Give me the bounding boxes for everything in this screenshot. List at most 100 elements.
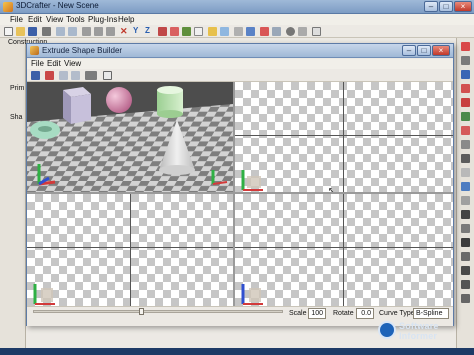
menu-tools[interactable]: Tools	[66, 15, 85, 24]
taskbar-strip	[0, 348, 474, 355]
render-icon[interactable]	[246, 27, 255, 36]
main-menu-bar: File Edit View Tools Plug-Ins Help	[0, 14, 474, 25]
group-icon[interactable]	[272, 27, 281, 36]
viewport-front[interactable]	[27, 194, 233, 306]
delete-icon[interactable]: ✕	[120, 27, 129, 36]
dialog-toolbar	[27, 69, 453, 82]
rotate-icon[interactable]	[170, 27, 179, 36]
dialog-grid-icon[interactable]	[103, 71, 112, 80]
timeline-slider[interactable]	[33, 310, 283, 313]
new-file-icon[interactable]	[4, 27, 13, 36]
dialog-maximize-button[interactable]: □	[417, 45, 431, 56]
scale-label: Scale	[289, 310, 307, 317]
cylinder-object	[157, 86, 183, 118]
dialog-menu-edit[interactable]: Edit	[47, 59, 61, 68]
viewport-top[interactable]: ↖	[235, 82, 453, 192]
software-informer-watermark: Software Informer	[378, 318, 470, 346]
tool-link-icon[interactable]	[461, 70, 470, 79]
viewport-3d-preview[interactable]	[27, 82, 233, 192]
menu-file[interactable]: File	[10, 15, 23, 24]
vp-front-grid-v	[130, 194, 131, 306]
maximize-button[interactable]: □	[439, 1, 453, 12]
tool-paint-icon[interactable]	[461, 42, 470, 51]
vp-side-grid-h	[235, 247, 453, 248]
dialog-menu-view[interactable]: View	[64, 59, 81, 68]
dialog-undo-icon[interactable]	[59, 71, 68, 80]
primitives-tab[interactable]: Prim	[10, 85, 24, 92]
vp-front-axis-gizmo	[33, 284, 55, 305]
tool-brush-icon[interactable]	[461, 84, 470, 93]
sphere-object	[106, 87, 132, 113]
dialog-title-bar[interactable]: Extrude Shape Builder – □ ×	[27, 44, 453, 58]
vp-top-grid-h	[235, 135, 453, 136]
watermark-line1: Software	[399, 321, 439, 331]
light-icon[interactable]	[208, 27, 217, 36]
minimize-button[interactable]: –	[424, 1, 438, 12]
construction-panel: Construction Prim Sha	[0, 38, 47, 348]
dialog-close-button[interactable]: ×	[432, 45, 450, 56]
tool-render-icon[interactable]	[461, 280, 470, 289]
paste-icon[interactable]	[106, 27, 115, 36]
undo-icon[interactable]	[56, 27, 65, 36]
menu-view[interactable]: View	[46, 15, 63, 24]
cube-icon[interactable]	[298, 27, 307, 36]
sphere-icon[interactable]	[286, 27, 295, 36]
tool-camera-icon[interactable]	[461, 210, 470, 219]
tool-list-icon[interactable]	[461, 224, 470, 233]
tool-eraser-icon[interactable]	[461, 98, 470, 107]
close-button[interactable]: ×	[454, 1, 472, 12]
main-toolbar: ✕ Y Z	[0, 25, 474, 38]
curve-type-label: Curve Type	[379, 310, 415, 317]
dialog-save-icon[interactable]	[31, 71, 40, 80]
scale-input[interactable]: 100	[308, 308, 326, 319]
redo-icon[interactable]	[68, 27, 77, 36]
tool-pointer-icon[interactable]	[461, 56, 470, 65]
print-icon[interactable]	[42, 27, 51, 36]
tool-export-icon[interactable]	[461, 294, 470, 303]
timeline-slider-thumb[interactable]	[139, 308, 144, 315]
y-axis-icon[interactable]: Y	[133, 27, 142, 36]
scale-icon[interactable]	[182, 27, 191, 36]
tool-grid-icon[interactable]	[461, 168, 470, 177]
open-folder-icon[interactable]	[16, 27, 25, 36]
tool-snap-icon[interactable]	[461, 252, 470, 261]
app-logo-icon	[3, 2, 13, 12]
menu-plugins[interactable]: Plug-Ins	[88, 15, 117, 24]
vp-top-grid-v	[343, 82, 344, 192]
select-icon[interactable]	[194, 27, 203, 36]
dialog-minimize-button[interactable]: –	[402, 45, 416, 56]
tool-mesh-icon[interactable]	[461, 140, 470, 149]
dialog-menu-bar: File Edit View	[27, 59, 453, 69]
tool-lock-icon[interactable]	[461, 266, 470, 275]
vp-top-axis-gizmo	[241, 170, 263, 191]
viewport-side[interactable]	[235, 194, 453, 306]
z-axis-icon[interactable]: Z	[145, 27, 154, 36]
tool-align-icon[interactable]	[461, 196, 470, 205]
tool-wire-icon[interactable]	[461, 154, 470, 163]
watermark-logo-icon	[378, 321, 396, 339]
menu-help[interactable]: Help	[118, 15, 134, 24]
menu-edit[interactable]: Edit	[28, 15, 42, 24]
grid-icon[interactable]	[234, 27, 243, 36]
dialog-delete-icon[interactable]	[45, 71, 54, 80]
texture-icon[interactable]	[312, 27, 321, 36]
move-icon[interactable]	[158, 27, 167, 36]
tool-view-icon[interactable]	[461, 182, 470, 191]
right-tool-palette	[456, 38, 474, 348]
main-title-bar[interactable]: 3DCrafter - New Scene – □ ×	[0, 0, 474, 14]
shapes-tab[interactable]: Sha	[10, 114, 22, 121]
rotate-label: Rotate	[333, 310, 354, 317]
material-icon[interactable]	[260, 27, 269, 36]
tool-layer-icon[interactable]	[461, 238, 470, 247]
cut-icon[interactable]	[82, 27, 91, 36]
save-icon[interactable]	[28, 27, 37, 36]
camera-icon[interactable]	[220, 27, 229, 36]
torus-object	[30, 121, 60, 139]
dialog-redo-icon[interactable]	[71, 71, 80, 80]
copy-icon[interactable]	[94, 27, 103, 36]
tool-fill-icon[interactable]	[461, 112, 470, 121]
dialog-menu-file[interactable]: File	[31, 59, 44, 68]
tool-color-icon[interactable]	[461, 126, 470, 135]
dialog-extrude-icon[interactable]	[85, 71, 97, 80]
rotate-input[interactable]: 0.0	[356, 308, 374, 319]
